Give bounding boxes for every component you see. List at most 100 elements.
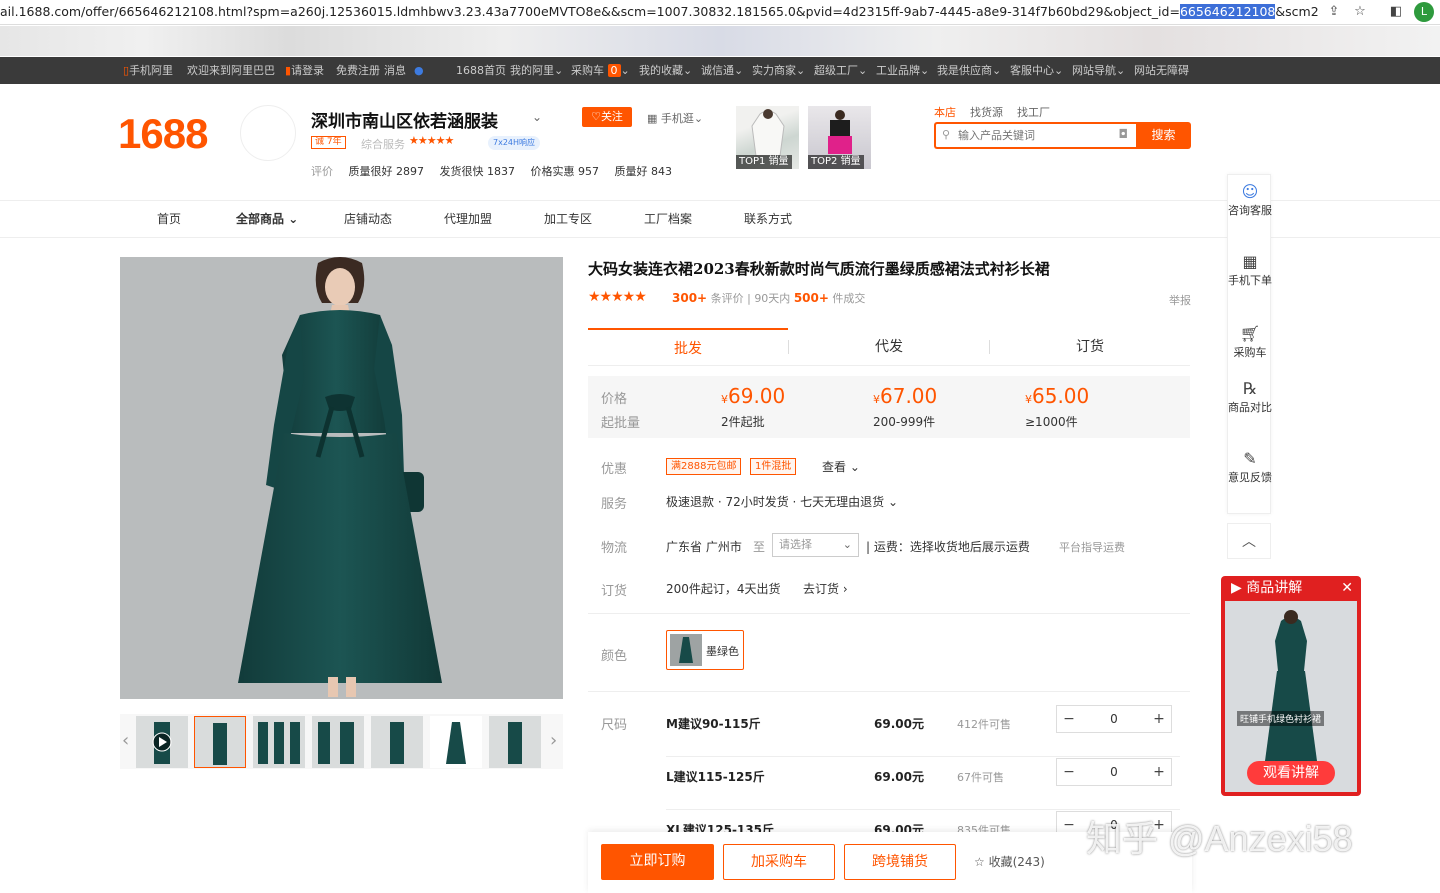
thumbnail-5[interactable] — [430, 716, 482, 768]
mobile-browse-link[interactable]: ▦ 手机逛⌄ — [647, 110, 703, 126]
tab-wholesale[interactable]: 批发 — [588, 328, 788, 366]
thumbnail-4[interactable] — [371, 716, 423, 768]
supplier-link[interactable]: 我是供应商⌄ — [937, 57, 1001, 84]
favorite-button[interactable]: ☆ 收藏(243) — [974, 853, 1045, 870]
product-main-image[interactable] — [120, 257, 563, 699]
moq-label: 起批量 — [601, 416, 641, 431]
close-icon[interactable]: ✕ — [1341, 576, 1353, 601]
search-input[interactable] — [958, 127, 1108, 145]
nav-contact[interactable]: 联系方式 — [744, 201, 792, 238]
minus-icon[interactable]: − — [1057, 759, 1081, 785]
plus-icon[interactable]: + — [1147, 759, 1171, 785]
sidebar-customer-service[interactable]: ☺ 咨询客服 — [1228, 183, 1272, 218]
cross-border-button[interactable]: 跨境铺货 — [844, 844, 956, 880]
service-center-link[interactable]: 客服中心⌄ — [1010, 57, 1063, 84]
share-icon[interactable]: ⇪ — [1326, 4, 1342, 20]
site-nav-link[interactable]: 网站导航⌄ — [1072, 57, 1125, 84]
promo-label: 优惠 — [601, 462, 628, 477]
quantity-value[interactable]: 0 — [1081, 759, 1147, 785]
search-button[interactable]: 搜索 — [1136, 122, 1191, 149]
region-select[interactable]: 请选择 ⌄ — [772, 533, 859, 557]
power-merchant-link[interactable]: 实力商家⌄ — [752, 57, 805, 84]
product-title: 大码女装连衣裙2023春秋新款时尚气质流行墨绿质感裙法式衬衫长裙 — [588, 260, 1050, 278]
follow-button[interactable]: ♡关注 — [582, 107, 632, 127]
tab-preorder[interactable]: 订货 — [990, 328, 1190, 366]
super-factory-link[interactable]: 超级工厂⌄ — [814, 57, 867, 84]
report-link[interactable]: 举报 — [1169, 292, 1191, 308]
shop-name[interactable]: 深圳市南山区依若涵服装 — [311, 107, 498, 132]
cart-link[interactable]: 采购车 0 ⌄ — [571, 57, 630, 84]
order-now-button[interactable]: 立即订购 — [601, 844, 714, 880]
message-link[interactable]: 消息 — [384, 57, 406, 84]
accessibility-link[interactable]: 网站无障碍 — [1134, 57, 1189, 84]
promo-view-link[interactable]: 查看 ⌄ — [822, 458, 860, 475]
qrcode-icon: ▦ — [1242, 252, 1258, 271]
back-to-top-button[interactable]: ︿ — [1227, 523, 1271, 559]
site-logo[interactable]: 1688 — [118, 110, 208, 158]
nav-factory-profile[interactable]: 工厂档案 — [644, 201, 692, 238]
url-text-end: &scm2=1007.30657 — [1275, 4, 1320, 19]
tab-dropship[interactable]: 代发 — [789, 328, 989, 366]
chevron-down-icon[interactable]: ⌄ — [532, 110, 542, 124]
register-link[interactable]: 免费注册 — [336, 57, 380, 84]
camera-icon[interactable]: ◘ — [1119, 127, 1129, 141]
order-label: 订货 — [601, 584, 628, 599]
size-stock: 412件可售 — [957, 718, 1011, 731]
minus-icon[interactable]: − — [1057, 706, 1081, 732]
chevron-right-icon[interactable]: › — [550, 730, 557, 751]
nav-home[interactable]: 首页 — [157, 201, 181, 238]
go-order-link[interactable]: 去订货 › — [803, 580, 848, 597]
industrial-brand-link[interactable]: 工业品牌⌄ — [876, 57, 929, 84]
add-to-cart-button[interactable]: 加采购车 — [723, 844, 835, 880]
search-tab-source[interactable]: 找货源 — [970, 106, 1003, 119]
color-label: 颜色 — [601, 649, 628, 664]
quantity-value[interactable]: 0 — [1081, 706, 1147, 732]
welcome-text: 欢迎来到阿里巴巴 — [187, 64, 275, 77]
nav-processing[interactable]: 加工专区 — [544, 201, 592, 238]
promo-tag-shipping: 满2888元包邮 — [666, 458, 742, 475]
plus-icon[interactable]: + — [1147, 706, 1171, 732]
color-option[interactable]: 墨绿色 — [666, 630, 744, 670]
edit-icon: ✎ — [1243, 449, 1257, 468]
sidebar-mobile-order[interactable]: ▦ 手机下单 — [1228, 253, 1272, 288]
play-icon: ▶ — [1231, 580, 1242, 596]
search-tab-factory[interactable]: 找工厂 — [1017, 106, 1050, 119]
mobile-ali-link[interactable]: ▯手机阿里 — [123, 57, 173, 84]
compare-icon: ℞ — [1242, 379, 1258, 398]
thumbnail-6[interactable] — [489, 716, 541, 768]
product-video-panel[interactable]: ▶ 商品讲解 ✕ 旺铺手机绿色衬衫裙 观看讲解 — [1221, 576, 1361, 796]
shipping-guide-link[interactable]: 平台指导运费 — [1059, 539, 1125, 555]
thumbnail-strip: ‹ › — [120, 714, 563, 769]
thumbnail-video[interactable] — [136, 716, 188, 768]
service-text[interactable]: 极速退款 · 72小时发货 · 七天无理由退货 ⌄ — [666, 493, 898, 510]
my-ali-link[interactable]: 我的阿里⌄ — [510, 57, 563, 84]
thumbnail-3[interactable] — [312, 716, 364, 768]
sidebar-compare[interactable]: ℞ 商品对比 — [1228, 380, 1272, 415]
thumbnail-1[interactable] — [194, 716, 246, 768]
qty-tier-3: ≥1000件 — [1025, 415, 1078, 429]
profile-avatar[interactable]: L — [1414, 2, 1434, 22]
nav-agency[interactable]: 代理加盟 — [444, 201, 492, 238]
chevron-left-icon[interactable]: ‹ — [122, 730, 129, 751]
top1-product-thumb[interactable]: TOP1 销量 — [736, 106, 799, 169]
thumbnail-2[interactable] — [253, 716, 305, 768]
sidebar-feedback[interactable]: ✎ 意见反馈 — [1228, 450, 1272, 485]
size-row: L建议115-125斤 69.00元 67件可售 −0 + — [666, 758, 1180, 810]
watermark: 知乎 @Anzexi58 — [1086, 818, 1353, 859]
nav-all-products[interactable]: 全部商品 ⌄ — [236, 201, 298, 238]
sidebar-cart[interactable]: 🛒︎ 采购车 — [1228, 325, 1272, 360]
home-link[interactable]: 1688首页 — [456, 57, 506, 84]
url-field[interactable]: ail.1688.com/offer/665646212108.html?spm… — [0, 0, 1320, 24]
response-badge: 7x24H响应 — [488, 136, 541, 150]
sidepanel-icon[interactable]: ◧ — [1388, 4, 1404, 20]
top2-product-thumb[interactable]: TOP2 销量 — [808, 106, 871, 169]
chengxintong-link[interactable]: 诚信通⌄ — [701, 57, 743, 84]
login-link[interactable]: ▮请登录 — [285, 57, 324, 84]
nav-store-news[interactable]: 店铺动态 — [344, 201, 392, 238]
watch-explain-button[interactable]: 观看讲解 — [1247, 761, 1335, 785]
price-label: 价格 — [601, 392, 628, 407]
search-tab-store[interactable]: 本店 — [934, 106, 956, 119]
qrcode-icon: ▦ — [647, 112, 658, 125]
bookmark-star-icon[interactable]: ☆ — [1352, 4, 1368, 20]
favorites-link[interactable]: 我的收藏⌄ — [639, 57, 692, 84]
